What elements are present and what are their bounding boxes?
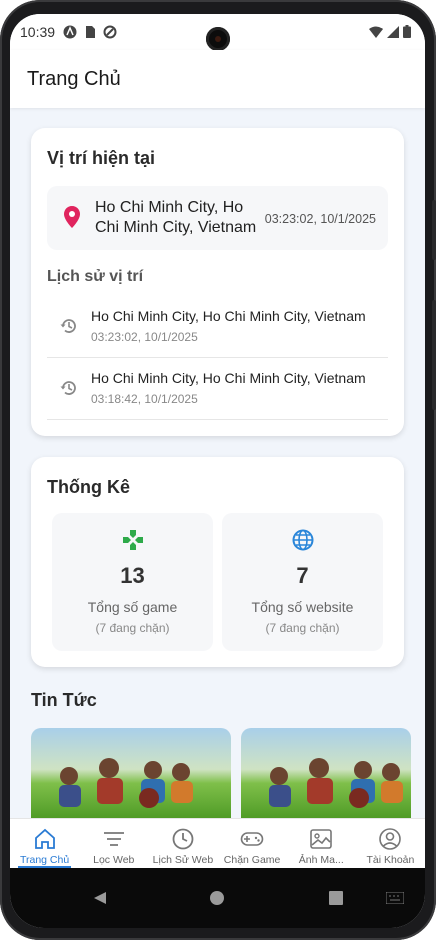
- image-icon: [310, 829, 333, 849]
- history-item[interactable]: Ho Chi Minh City, Ho Chi Minh City, Viet…: [47, 358, 388, 420]
- bottom-nav: Trang Chủ Lọc Web Lịch Sử Web Chặn Game …: [10, 818, 425, 868]
- gamepad-icon: [240, 832, 264, 846]
- recents-icon[interactable]: [328, 890, 344, 906]
- news-item-image[interactable]: [241, 728, 411, 820]
- history-time: 03:18:42, 10/1/2025: [91, 392, 198, 406]
- history-item[interactable]: Ho Chi Minh City, Ho Chi Minh City, Viet…: [47, 296, 388, 358]
- clock-icon: [172, 828, 194, 850]
- history-icon: [60, 381, 76, 395]
- gamepad-icon: [123, 530, 143, 550]
- nav-images[interactable]: Ảnh Ma...: [287, 819, 356, 868]
- news-title: Tin Tức: [31, 690, 97, 710]
- home-button-icon[interactable]: [209, 890, 225, 906]
- current-address: Ho Chi Minh City, Ho Chi Minh City, Viet…: [95, 198, 265, 238]
- websites-label: Tổng số website: [251, 599, 354, 615]
- nav-label: Tài Khoản: [366, 854, 415, 866]
- front-camera: [206, 27, 230, 51]
- nav-label: Lọc Web: [93, 854, 135, 866]
- app-bar: Trang Chủ: [10, 50, 425, 108]
- current-address-line1: Ho Chi Minh City, Ho: [95, 199, 244, 216]
- history-address: Ho Chi Minh City, Ho Chi Minh City, Viet…: [91, 308, 366, 324]
- keyboard-icon[interactable]: [386, 892, 404, 904]
- games-blocked: (7 đang chặn): [95, 621, 170, 635]
- websites-count: 7: [296, 563, 309, 588]
- screen: 10:39 Trang Chủ Vị trí hiện tại Ho Chi M…: [10, 14, 425, 928]
- news-photo-children: [59, 758, 193, 808]
- stats-card-title: Thống Kê: [47, 477, 130, 497]
- stats-card: Thống Kê 13 Tổng số game (7 đang chặn) 7…: [31, 457, 404, 667]
- location-card: Vị trí hiện tại Ho Chi Minh City, Ho Chi…: [31, 128, 404, 436]
- games-label: Tổng số game: [87, 599, 178, 615]
- battery-icon: [403, 25, 411, 38]
- websites-stat[interactable]: 7 Tổng số website (7 đang chặn): [222, 513, 383, 651]
- current-address-line2: Chi Minh City, Vietnam: [95, 219, 257, 236]
- nav-label: Trang Chủ: [19, 854, 70, 866]
- page-title: Trang Chủ: [27, 67, 121, 90]
- globe-icon: [292, 529, 314, 551]
- games-count: 13: [120, 563, 145, 588]
- history-title: Lịch sử vị trí: [47, 268, 144, 285]
- data-saver-icon: [103, 25, 117, 39]
- home-icon: [34, 828, 55, 849]
- news-photo-children: [269, 758, 403, 808]
- history-icon: [60, 319, 76, 333]
- nav-web-filter[interactable]: Lọc Web: [79, 819, 148, 868]
- filter-icon: [103, 832, 124, 846]
- history-address: Ho Chi Minh City, Ho Chi Minh City, Viet…: [91, 370, 366, 386]
- system-nav-bar: [10, 868, 425, 928]
- status-time: 10:39: [20, 24, 56, 40]
- location-pin-icon: [64, 206, 80, 228]
- nav-label: Ảnh Ma...: [298, 854, 344, 866]
- nav-home[interactable]: Trang Chủ: [10, 819, 79, 868]
- nav-label: Lịch Sử Web: [152, 854, 214, 866]
- location-card-title: Vị trí hiện tại: [47, 148, 156, 168]
- current-location[interactable]: Ho Chi Minh City, Ho Chi Minh City, Viet…: [47, 186, 388, 250]
- account-icon: [379, 828, 402, 850]
- power-button: [432, 300, 436, 410]
- wifi-icon: [369, 26, 383, 38]
- volume-button: [432, 200, 436, 260]
- news-item-image[interactable]: [31, 728, 231, 820]
- nav-web-history[interactable]: Lịch Sử Web: [148, 819, 217, 868]
- websites-blocked: (7 đang chặn): [265, 621, 340, 635]
- back-icon[interactable]: [92, 890, 108, 906]
- sd-card-icon: [86, 26, 96, 38]
- current-time: 03:23:02, 10/1/2025: [264, 212, 376, 226]
- app-notification-icon: [63, 25, 77, 39]
- nav-label: Chặn Game: [223, 854, 281, 866]
- games-stat[interactable]: 13 Tổng số game (7 đang chặn): [52, 513, 213, 651]
- signal-icon: [387, 25, 399, 38]
- phone-frame: 10:39 Trang Chủ Vị trí hiện tại Ho Chi M…: [0, 0, 436, 940]
- status-right: [369, 25, 411, 38]
- nav-account[interactable]: Tài Khoản: [356, 819, 425, 868]
- history-time: 03:23:02, 10/1/2025: [91, 330, 198, 344]
- nav-block-game[interactable]: Chặn Game: [218, 819, 287, 868]
